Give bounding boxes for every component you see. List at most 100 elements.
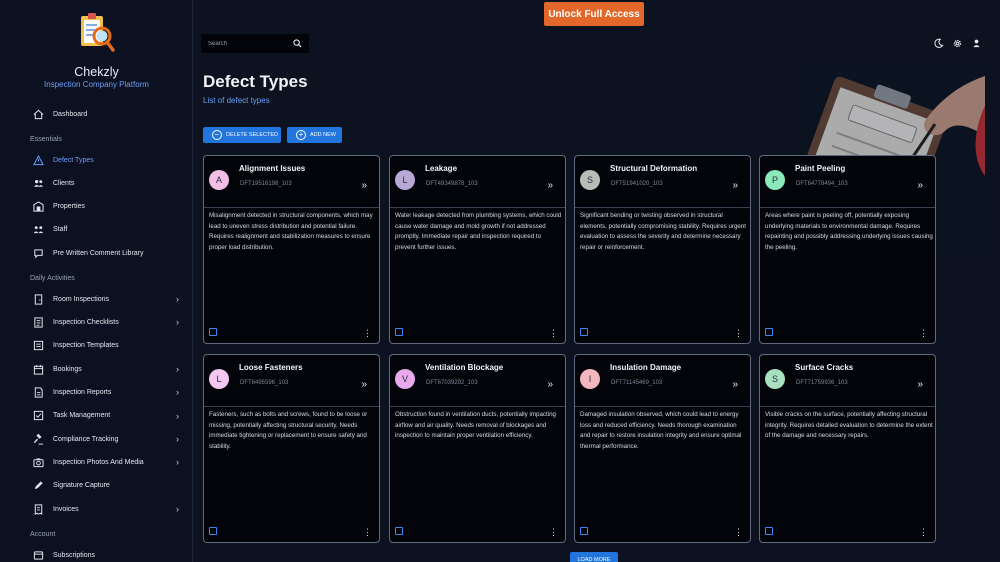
- double-chevron-right-icon[interactable]: »: [917, 180, 923, 191]
- sidebar-item-subscriptions[interactable]: Subscriptions: [0, 545, 193, 562]
- select-checkbox[interactable]: [580, 328, 588, 336]
- logo-icon: [81, 13, 115, 52]
- select-checkbox[interactable]: [580, 527, 588, 535]
- sidebar-item-pre-written-comment-library[interactable]: Pre Written Comment Library: [0, 243, 193, 263]
- sidebar-item-inspection-reports[interactable]: Inspection Reports ›: [0, 382, 193, 402]
- more-vert-icon[interactable]: ⋮: [919, 328, 928, 339]
- user-icon[interactable]: [971, 38, 982, 49]
- double-chevron-right-icon[interactable]: »: [361, 379, 367, 390]
- sidebar-item-bookings[interactable]: Bookings ›: [0, 359, 193, 379]
- card-description: Damaged insulation observed, which could…: [580, 411, 742, 451]
- users-icon: [33, 178, 44, 189]
- sidebar-item-clients[interactable]: Clients: [0, 173, 193, 193]
- template-icon: [33, 340, 44, 351]
- page-title: Defect Types: [203, 72, 308, 91]
- double-chevron-right-icon[interactable]: »: [547, 379, 553, 390]
- more-vert-icon[interactable]: ⋮: [919, 527, 928, 538]
- search-input[interactable]: [208, 38, 288, 49]
- sidebar-item-label: Signature Capture: [53, 482, 110, 490]
- defect-card[interactable]: V Ventilation Blockage DFT67039292_103 » Obs…: [389, 354, 566, 543]
- defect-card[interactable]: L Leakage DFT49349878_103 » Water leakage de…: [389, 155, 566, 344]
- card-description: Misalignment detected in structural comp…: [209, 212, 373, 252]
- chevron-right-icon: ›: [176, 504, 179, 515]
- avatar: S: [580, 170, 600, 190]
- card-description: Obstruction found in ventilation ducts, …: [395, 411, 556, 440]
- sidebar-item-signature-capture[interactable]: Signature Capture: [0, 476, 193, 496]
- select-checkbox[interactable]: [209, 328, 217, 336]
- home-icon: [33, 109, 44, 120]
- load-more-button[interactable]: LOAD MORE: [570, 552, 618, 562]
- double-chevron-right-icon[interactable]: »: [732, 379, 738, 390]
- sidebar-item-label: Defect Types: [53, 156, 94, 164]
- double-chevron-right-icon[interactable]: »: [547, 180, 553, 191]
- sidebar-item-inspection-photos-and-media[interactable]: Inspection Photos And Media ›: [0, 452, 193, 472]
- brand-name: Chekzly: [74, 65, 119, 79]
- section-label-daily-activities: Daily Activities: [30, 275, 75, 282]
- select-checkbox[interactable]: [395, 328, 403, 336]
- sidebar-item-invoices[interactable]: Invoices ›: [0, 499, 193, 519]
- sidebar-item-label: Clients: [53, 179, 75, 187]
- defect-card[interactable]: S Structural Deformation DFT51941020_103 » S…: [574, 155, 751, 344]
- sidebar-item-label: Inspection Checklists: [53, 318, 119, 326]
- card-divider: [390, 406, 565, 407]
- page-subtitle: List of defect types: [203, 96, 270, 105]
- sidebar-item-dashboard[interactable]: Dashboard: [0, 104, 193, 124]
- sidebar-item-task-management[interactable]: Task Management ›: [0, 406, 193, 426]
- calendar-icon: [33, 364, 44, 375]
- sidebar-item-label: Subscriptions: [53, 551, 96, 559]
- more-vert-icon[interactable]: ⋮: [734, 527, 743, 538]
- defect-card[interactable]: A Alignment Issues DFT19516198_103 » Misalig…: [203, 155, 380, 344]
- add-new-button[interactable]: + ADD NEW: [287, 127, 342, 143]
- sidebar-item-defect-types[interactable]: Defect Types: [0, 150, 193, 170]
- defect-card[interactable]: S Surface Cracks DFT71759936_103 » Visible c…: [759, 354, 936, 543]
- card-description: Significant bending or twisting observed…: [580, 212, 746, 252]
- add-new-label: ADD NEW: [310, 132, 336, 138]
- search-icon[interactable]: [293, 39, 302, 48]
- sidebar-item-room-inspections[interactable]: Room Inspections ›: [0, 289, 193, 309]
- card-description: Areas where paint is peeling off, potent…: [765, 212, 933, 252]
- defect-card[interactable]: I Insulation Damage DFT71145469_103 » Damage…: [574, 354, 751, 543]
- more-vert-icon[interactable]: ⋮: [734, 328, 743, 339]
- delete-selected-button[interactable]: − DELETE SELECTED: [203, 127, 281, 143]
- sidebar-item-compliance-tracking[interactable]: Compliance Tracking ›: [0, 429, 193, 449]
- double-chevron-right-icon[interactable]: »: [917, 379, 923, 390]
- more-vert-icon[interactable]: ⋮: [549, 527, 558, 538]
- card-title: Ventilation Blockage: [425, 363, 504, 372]
- double-chevron-right-icon[interactable]: »: [361, 180, 367, 191]
- chevron-right-icon: ›: [176, 317, 179, 328]
- card-code: DFT6495596_103: [240, 380, 289, 386]
- door-icon: [33, 293, 44, 305]
- sidebar-item-label: Room Inspections: [53, 295, 110, 303]
- select-checkbox[interactable]: [765, 527, 773, 535]
- card-title: Insulation Damage: [610, 363, 682, 372]
- defect-card[interactable]: P Paint Peeling DFT64778494_103 » Areas wher…: [759, 155, 936, 344]
- gear-icon[interactable]: [952, 38, 963, 49]
- card-title: Alignment Issues: [239, 164, 306, 173]
- avatar: I: [580, 369, 600, 389]
- more-vert-icon[interactable]: ⋮: [363, 527, 372, 538]
- unlock-full-access-button[interactable]: Unlock Full Access: [544, 2, 644, 26]
- sidebar-item-label: Properties: [53, 203, 85, 211]
- select-checkbox[interactable]: [765, 328, 773, 336]
- select-checkbox[interactable]: [395, 527, 403, 535]
- card-divider: [575, 406, 750, 407]
- card-code: DFT49349878_103: [426, 181, 478, 187]
- sidebar-item-staff[interactable]: Staff: [0, 220, 193, 240]
- defect-card[interactable]: L Loose Fasteners DFT6495596_103 » Fasteners…: [203, 354, 380, 543]
- sidebar-item-label: Inspection Photos And Media: [53, 458, 144, 466]
- double-chevron-right-icon[interactable]: »: [732, 180, 738, 191]
- more-vert-icon[interactable]: ⋮: [549, 328, 558, 339]
- card-code: DFT67039292_103: [426, 380, 478, 386]
- card-divider: [760, 406, 935, 407]
- sidebar-item-properties[interactable]: Properties: [0, 197, 193, 217]
- more-vert-icon[interactable]: ⋮: [363, 328, 372, 339]
- sidebar-item-inspection-templates[interactable]: Inspection Templates: [0, 336, 193, 356]
- select-checkbox[interactable]: [209, 527, 217, 535]
- sidebar-item-label: Staff: [53, 226, 68, 234]
- plus-circle-icon: +: [296, 130, 306, 140]
- sidebar-item-inspection-checklists[interactable]: Inspection Checklists ›: [0, 312, 193, 332]
- moon-icon[interactable]: [933, 38, 944, 49]
- chevron-right-icon: ›: [176, 387, 179, 398]
- sidebar-item-label: Compliance Tracking: [53, 435, 119, 443]
- card-code: DFT71759936_103: [796, 380, 848, 386]
